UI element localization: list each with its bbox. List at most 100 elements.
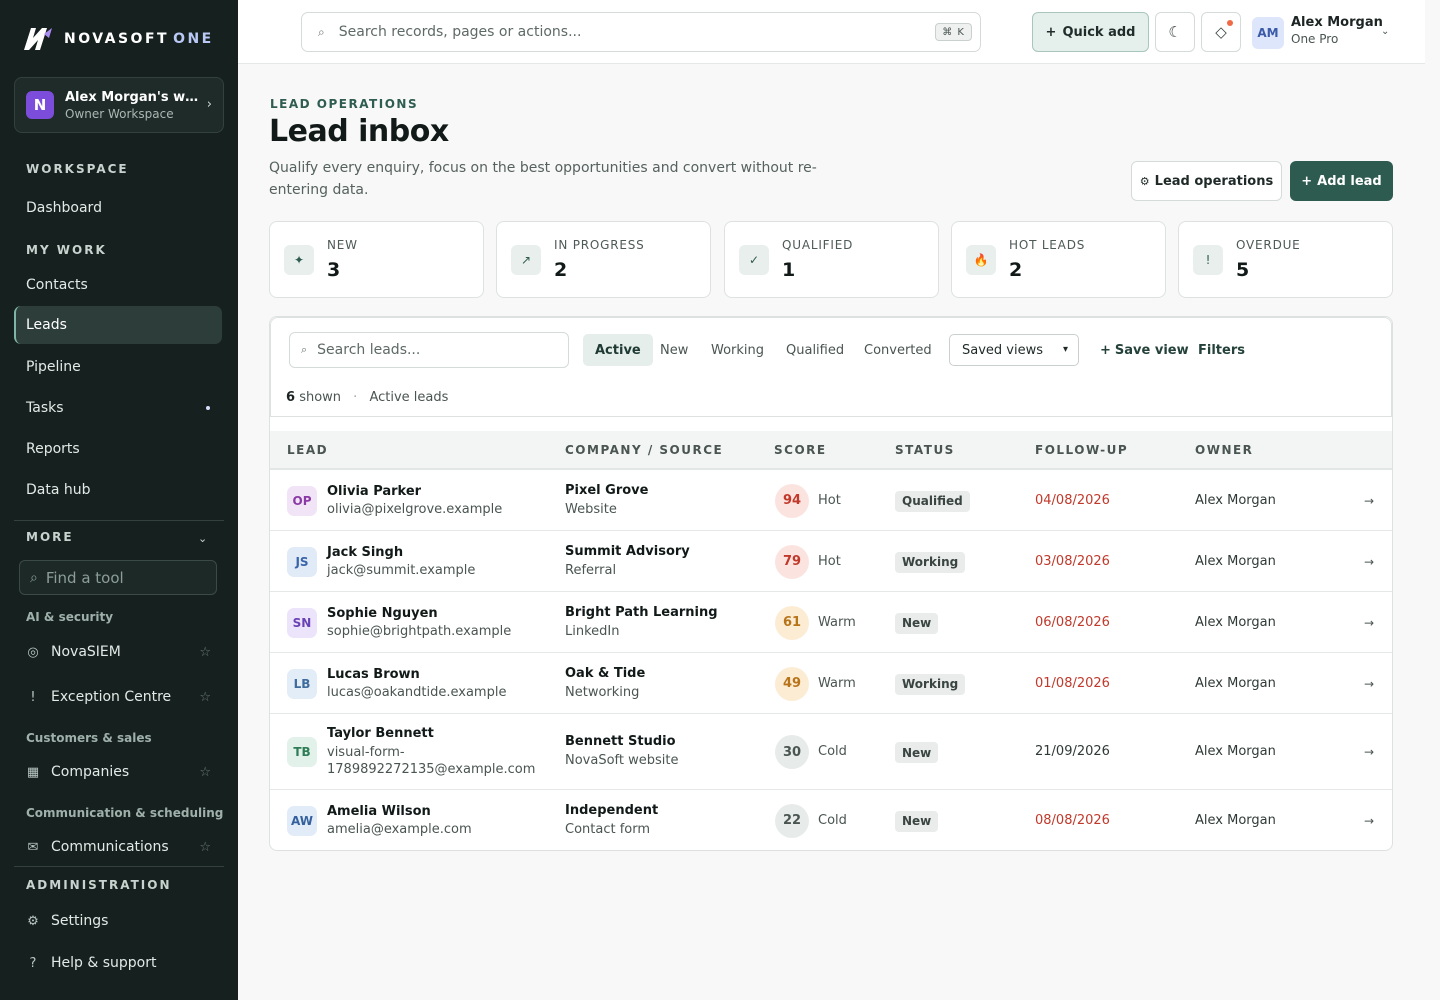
- chevron-down-icon[interactable]: ⌄: [198, 532, 207, 545]
- lead-name[interactable]: Lucas Brown: [327, 667, 420, 682]
- lead-operations-label: Lead operations: [1154, 173, 1274, 189]
- lead-operations-button[interactable]: ⚙ Lead operations: [1131, 161, 1282, 201]
- theme-toggle-button[interactable]: ☾: [1155, 12, 1195, 52]
- star-icon[interactable]: ☆: [199, 840, 211, 855]
- table-header: LEAD COMPANY / SOURCE SCORE STATUS FOLLO…: [270, 431, 1392, 470]
- brand-logo-icon: [24, 28, 52, 50]
- temperature-label: Cold: [818, 744, 847, 759]
- chevron-down-icon[interactable]: ⌄: [1381, 26, 1389, 37]
- column-header-lead[interactable]: LEAD: [287, 443, 328, 457]
- column-header-status[interactable]: STATUS: [895, 443, 955, 457]
- table-row[interactable]: JS Jack Singh jack@summit.example Summit Ad…: [270, 531, 1392, 592]
- star-icon[interactable]: ☆: [199, 690, 211, 705]
- follow-up-date: 04/08/2026: [1035, 492, 1110, 508]
- section-label-more[interactable]: MORE: [26, 530, 74, 544]
- sidebar-item-contacts[interactable]: Contacts: [14, 266, 222, 304]
- tool-item-exception-centre[interactable]: ! Exception Centre ☆: [14, 682, 224, 712]
- tab-new[interactable]: New: [648, 334, 700, 366]
- table-row[interactable]: OP Olivia Parker olivia@pixelgrove.example…: [270, 470, 1392, 531]
- global-search-input[interactable]: ⌕ Search records, pages or actions... ⌘ …: [301, 12, 981, 52]
- saved-views-select[interactable]: Saved views ▾: [949, 334, 1079, 366]
- arrow-right-icon[interactable]: →: [1364, 494, 1374, 508]
- tab-working[interactable]: Working: [699, 334, 776, 366]
- stat-card-new[interactable]: ✦ NEW 3: [269, 221, 484, 298]
- plus-icon: +: [1100, 342, 1111, 358]
- sidebar-item-reports[interactable]: Reports: [14, 430, 222, 468]
- stat-card-hot-leads[interactable]: 🔥 HOT LEADS 2: [951, 221, 1166, 298]
- column-header-score[interactable]: SCORE: [774, 443, 827, 457]
- stat-label: IN PROGRESS: [554, 238, 645, 252]
- brand[interactable]: NOVASOFT ONE: [22, 26, 214, 52]
- workspace-switcher[interactable]: N Alex Morgan's workspace Owner Workspac…: [14, 77, 224, 133]
- lead-name[interactable]: Olivia Parker: [327, 484, 421, 499]
- search-icon: ⌕: [301, 343, 308, 356]
- arrow-right-icon[interactable]: →: [1364, 616, 1374, 630]
- lead-source: Website: [565, 501, 617, 517]
- company-name: Bennett Studio: [565, 734, 676, 749]
- owner-name: Alex Morgan: [1195, 492, 1276, 508]
- score-badge: 22: [775, 803, 809, 838]
- temperature-label: Cold: [818, 812, 847, 828]
- star-icon[interactable]: ☆: [199, 765, 211, 780]
- lead-source: Contact form: [565, 821, 651, 837]
- table-row[interactable]: SN Sophie Nguyen sophie@brightpath.example…: [270, 592, 1392, 653]
- page-description: Qualify every enquiry, focus on the best…: [269, 160, 817, 198]
- tool-item-label: Communications: [51, 839, 169, 855]
- arrow-right-icon[interactable]: →: [1364, 677, 1374, 691]
- group-label-ai-security: AI & security: [26, 610, 114, 624]
- column-header-owner[interactable]: OWNER: [1195, 443, 1253, 457]
- score-badge: 79: [775, 544, 809, 579]
- arrow-right-icon[interactable]: →: [1364, 745, 1374, 759]
- stat-card-overdue[interactable]: ! OVERDUE 5: [1178, 221, 1393, 298]
- filters-button[interactable]: Filters: [1198, 334, 1245, 366]
- sidebar-item-data-hub[interactable]: Data hub: [14, 471, 222, 509]
- sidebar-item-help[interactable]: ? Help & support: [14, 948, 224, 978]
- status-badge: New: [895, 612, 939, 634]
- lead-name[interactable]: Amelia Wilson: [327, 804, 431, 819]
- table-row[interactable]: AW Amelia Wilson amelia@example.com Indepen…: [270, 790, 1392, 850]
- tool-item-companies[interactable]: ▦ Companies ☆: [14, 757, 224, 787]
- user-avatar[interactable]: AM: [1252, 17, 1284, 49]
- sidebar-item-settings[interactable]: ⚙ Settings: [14, 906, 224, 936]
- stat-card-in-progress[interactable]: ↗ IN PROGRESS 2: [496, 221, 711, 298]
- tab-active[interactable]: Active: [583, 334, 653, 366]
- lead-email: olivia@pixelgrove.example: [327, 501, 503, 517]
- column-header-company[interactable]: COMPANY / SOURCE: [565, 443, 723, 457]
- table-row[interactable]: TB Taylor Bennett visual-form-178989227213…: [270, 714, 1392, 790]
- tab-qualified[interactable]: Qualified: [774, 334, 856, 366]
- arrow-right-icon[interactable]: →: [1364, 814, 1374, 828]
- sidebar-item-dashboard[interactable]: Dashboard: [14, 189, 222, 227]
- tool-item-communications[interactable]: ✉ Communications ☆: [14, 832, 224, 862]
- lead-name[interactable]: Jack Singh: [327, 545, 403, 560]
- results-summary: 6 shown · Active leads: [286, 390, 448, 405]
- sidebar-item-tasks[interactable]: Tasks: [14, 389, 222, 427]
- table-row[interactable]: LB Lucas Brown lucas@oakandtide.example Oak…: [270, 653, 1392, 714]
- add-lead-button[interactable]: + Add lead: [1290, 161, 1393, 201]
- check-icon: ✓: [739, 245, 769, 275]
- owner-name: Alex Morgan: [1195, 812, 1276, 828]
- arrow-right-icon[interactable]: →: [1364, 555, 1374, 569]
- top-bar: ⌕ Search records, pages or actions... ⌘ …: [238, 0, 1425, 64]
- save-view-button[interactable]: + Save view: [1100, 334, 1189, 366]
- tool-item-novasiem[interactable]: ◎ NovaSIEM ☆: [14, 637, 224, 667]
- lead-name[interactable]: Sophie Nguyen: [327, 606, 438, 621]
- star-icon[interactable]: ☆: [199, 645, 211, 660]
- status-badge: New: [895, 810, 939, 832]
- lead-search-input[interactable]: ⌕ Search leads...: [289, 332, 569, 368]
- lead-name[interactable]: Taylor Bennett: [327, 726, 434, 741]
- stat-label: OVERDUE: [1236, 238, 1301, 252]
- stat-card-qualified[interactable]: ✓ QUALIFIED 1: [724, 221, 939, 298]
- temperature-label: Hot: [818, 492, 841, 508]
- page-eyebrow: LEAD OPERATIONS: [270, 97, 419, 111]
- notifications-button[interactable]: ◇: [1201, 12, 1241, 52]
- company-name: Summit Advisory: [565, 543, 690, 559]
- tab-converted[interactable]: Converted: [852, 334, 944, 366]
- column-header-follow-up[interactable]: FOLLOW-UP: [1035, 443, 1128, 457]
- find-tool-input[interactable]: ⌕ Find a tool: [19, 560, 217, 595]
- sidebar-item-leads[interactable]: Leads: [14, 306, 222, 344]
- section-label-administration: ADMINISTRATION: [26, 878, 172, 892]
- user-name[interactable]: Alex Morgan: [1291, 15, 1383, 30]
- bell-icon: ◇: [1215, 23, 1227, 41]
- sidebar-item-pipeline[interactable]: Pipeline: [14, 348, 222, 386]
- quick-add-button[interactable]: + Quick add: [1032, 12, 1149, 52]
